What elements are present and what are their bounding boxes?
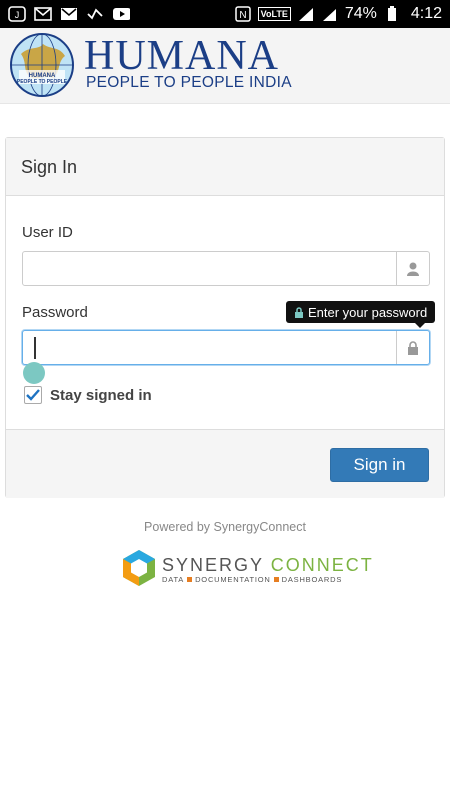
youtube-icon [112, 6, 130, 22]
password-tooltip: Enter your password [286, 301, 436, 328]
battery-icon [383, 6, 401, 22]
signin-footer: Sign in [6, 429, 444, 498]
user-id-input[interactable] [22, 251, 430, 286]
tagline-separator [273, 577, 279, 582]
nfc-icon: N [234, 6, 252, 22]
text-selection-handle[interactable] [23, 362, 45, 384]
brand-title: HUMANA [84, 33, 279, 79]
stay-signed-in-row[interactable]: Stay signed in [24, 386, 152, 404]
check-icon [86, 6, 104, 22]
svg-text:J: J [15, 10, 20, 20]
brand-subtitle: PEOPLE TO PEOPLE INDIA [86, 74, 292, 91]
tooltip-text: Enter your password [308, 304, 428, 320]
mail-icon [34, 6, 52, 22]
wordmark-connect: CONNECT [270, 555, 374, 575]
battery-percent: 74% [344, 5, 377, 22]
user-addon [396, 252, 429, 285]
svg-text:N: N [239, 10, 246, 21]
synergyconnect-wordmark: SYNERGY CONNECT [162, 555, 374, 576]
password-input[interactable] [22, 330, 430, 365]
synergyconnect-logo-icon [123, 550, 155, 586]
wordmark-synergy: SYNERGY [162, 555, 264, 575]
signal-icon [321, 6, 339, 22]
status-bar: J N VoLTE 74% 4:12 [0, 0, 450, 28]
globe-text-2: PEOPLE TO PEOPLE [17, 79, 68, 85]
tagline-documentation: DOCUMENTATION [195, 575, 271, 584]
sign-in-button[interactable]: Sign in [330, 448, 429, 482]
tagline-dashboards: DASHBOARDS [281, 575, 343, 584]
gmail-icon [60, 6, 78, 22]
tagline-separator [187, 577, 193, 582]
signal-4g-icon [297, 6, 315, 22]
clock: 4:12 [410, 5, 442, 22]
signin-heading: Sign In [6, 138, 444, 196]
powered-by-text: Powered by SynergyConnect [144, 520, 306, 534]
app-header: HUMANA PEOPLE TO PEOPLE HUMANA PEOPLE TO… [0, 28, 450, 104]
volte-badge: VoLTE [257, 7, 291, 21]
system-status: N VoLTE 74% 4:12 [234, 5, 442, 23]
text-caret [34, 337, 36, 359]
humana-globe-logo: HUMANA PEOPLE TO PEOPLE [10, 33, 74, 97]
lock-icon [295, 306, 303, 318]
signin-panel: Sign In User ID Password Enter your pass… [5, 137, 445, 498]
password-addon [396, 331, 429, 364]
checkmark-icon [26, 389, 40, 401]
stay-signed-in-label: Stay signed in [50, 386, 152, 404]
jio-icon: J [8, 6, 26, 22]
stay-signed-in-checkbox[interactable] [24, 386, 42, 404]
user-icon [407, 262, 419, 276]
password-label: Password [22, 304, 88, 321]
notification-icons: J [8, 6, 130, 22]
user-id-label: User ID [22, 224, 73, 241]
tagline-data: DATA [162, 575, 185, 584]
synergyconnect-tagline: DATA DOCUMENTATION DASHBOARDS [162, 575, 342, 584]
lock-icon [408, 340, 418, 355]
